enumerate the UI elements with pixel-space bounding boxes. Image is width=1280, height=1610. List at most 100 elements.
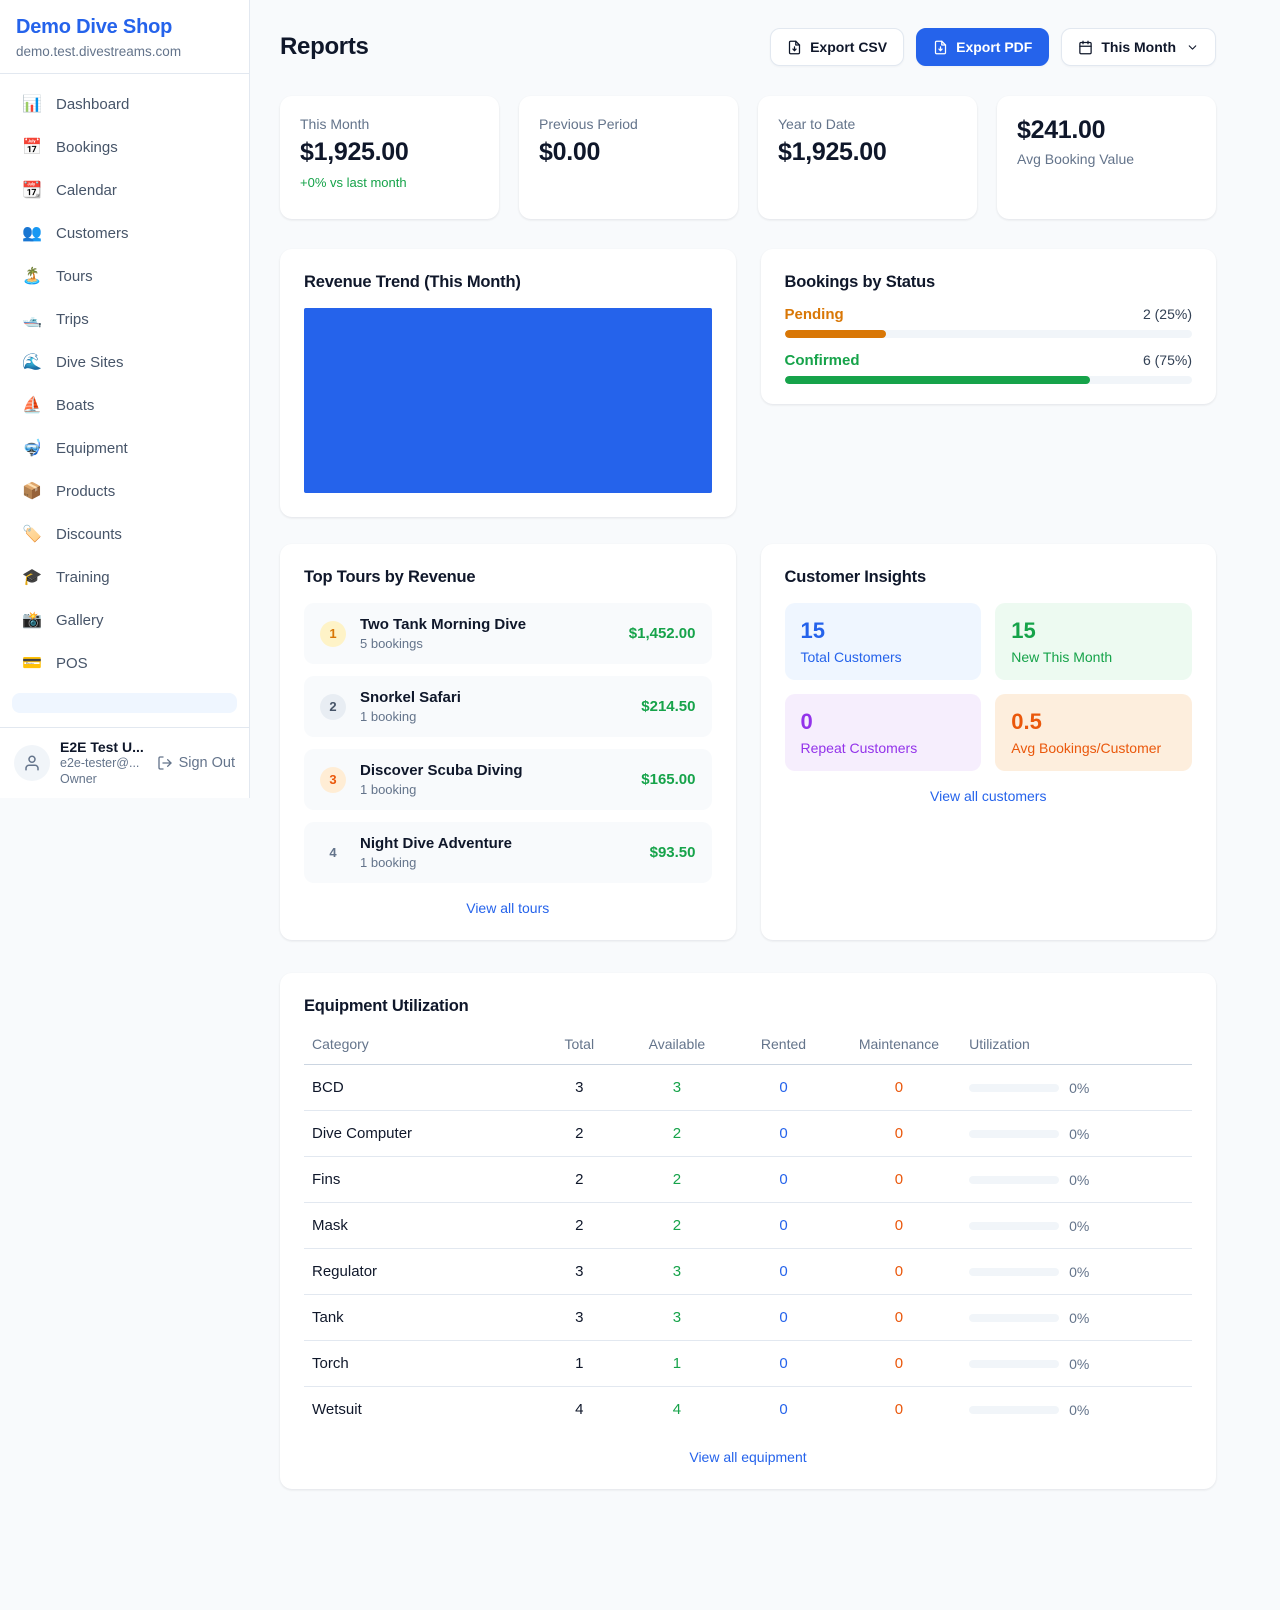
user-name: E2E Test U... [60, 739, 144, 757]
sidebar-item-tours[interactable]: 🏝️ Tours [8, 256, 241, 296]
main-content: Reports Export CSV Export PDF This Month [250, 0, 1280, 1610]
sidebar-item-training[interactable]: 🎓 Training [8, 557, 241, 597]
cell-maintenance: 0 [837, 1249, 961, 1295]
nav-item-label: Dashboard [56, 96, 129, 113]
sidebar: Demo Dive Shop demo.test.divestreams.com… [0, 0, 250, 798]
sidebar-item-dive-sites[interactable]: 🌊 Dive Sites [8, 342, 241, 382]
cell-total: 2 [535, 1203, 624, 1249]
cell-rented: 0 [730, 1387, 837, 1433]
utilization-bar-track [969, 1222, 1059, 1230]
sidebar-item-equipment[interactable]: 🤿 Equipment [8, 428, 241, 468]
customer-insights-card: Customer Insights 15 Total Customers 15 … [761, 544, 1217, 940]
table-row: Fins 2 2 0 0 0% [304, 1157, 1192, 1203]
insight-tile: 0.5 Avg Bookings/Customer [995, 694, 1192, 771]
cell-rented: 0 [730, 1111, 837, 1157]
utilization-percent: 0% [1069, 1402, 1089, 1418]
sidebar-item-trips[interactable]: 🛥️ Trips [8, 299, 241, 339]
nav-icon-customers: 👥 [22, 223, 42, 243]
nav-item-label: Equipment [56, 440, 128, 457]
nav-icon-pos: 💳 [22, 653, 42, 673]
tour-text: Two Tank Morning Dive 5 bookings [360, 616, 526, 651]
bookings-by-status-title: Bookings by Status [785, 273, 1193, 292]
insight-value: 15 [801, 618, 966, 644]
export-csv-button[interactable]: Export CSV [770, 28, 904, 66]
nav-icon-discounts: 🏷️ [22, 524, 42, 544]
cell-utilization: 0% [961, 1249, 1192, 1295]
tour-text: Night Dive Adventure 1 booking [360, 835, 512, 870]
cell-maintenance: 0 [837, 1295, 961, 1341]
equipment-utilization-title: Equipment Utilization [304, 997, 1192, 1016]
insight-label: Avg Bookings/Customer [1011, 740, 1176, 756]
utilization-bar-track [969, 1130, 1059, 1138]
equipment-table-body: BCD 3 3 0 0 0% [304, 1065, 1192, 1433]
nav-icon-trips: 🛥️ [22, 309, 42, 329]
calendar-icon [1078, 40, 1093, 55]
cell-utilization: 0% [961, 1111, 1192, 1157]
sidebar-item-dashboard[interactable]: 📊 Dashboard [8, 84, 241, 124]
view-all-tours-link[interactable]: View all tours [304, 900, 712, 916]
tour-row: 1 Two Tank Morning Dive 5 bookings $1,45… [304, 603, 712, 664]
cell-maintenance: 0 [837, 1157, 961, 1203]
sidebar-item-boats[interactable]: ⛵ Boats [8, 385, 241, 425]
nav-item-label: Tours [56, 268, 93, 285]
cell-category: Fins [304, 1157, 535, 1203]
sign-out-label: Sign Out [179, 755, 235, 771]
stat-top: $241.00Avg Booking Value [1017, 116, 1196, 167]
sidebar-item-bookings[interactable]: 📅 Bookings [8, 127, 241, 167]
utilization-percent: 0% [1069, 1264, 1089, 1280]
tour-bookings: 1 booking [360, 709, 461, 724]
sidebar-item-pos[interactable]: 💳 POS [8, 643, 241, 683]
cell-rented: 0 [730, 1157, 837, 1203]
nav-item-label: Calendar [56, 182, 117, 199]
tour-amount: $1,452.00 [629, 625, 696, 642]
sidebar-item-products[interactable]: 📦 Products [8, 471, 241, 511]
column-header-total: Total [535, 1024, 624, 1065]
cell-category: Regulator [304, 1249, 535, 1295]
sidebar-item-customers[interactable]: 👥 Customers [8, 213, 241, 253]
cell-total: 3 [535, 1249, 624, 1295]
sidebar-item-gallery[interactable]: 📸 Gallery [8, 600, 241, 640]
stat-label: Previous Period [539, 116, 718, 132]
revenue-trend-title: Revenue Trend (This Month) [304, 273, 712, 292]
sidebar-item-discounts[interactable]: 🏷️ Discounts [8, 514, 241, 554]
utilization-percent: 0% [1069, 1080, 1089, 1096]
tour-bookings: 5 bookings [360, 636, 526, 651]
view-all-equipment-link[interactable]: View all equipment [304, 1449, 1192, 1465]
top-tours-title: Top Tours by Revenue [304, 568, 712, 587]
sidebar-item-active-peek[interactable] [12, 693, 237, 713]
cell-available: 1 [624, 1341, 731, 1387]
tour-row: 3 Discover Scuba Diving 1 booking $165.0… [304, 749, 712, 810]
sign-out-button[interactable]: Sign Out [157, 755, 235, 771]
bookings-by-status-card: Bookings by Status Pending 2 (25%) [761, 249, 1217, 404]
cell-total: 1 [535, 1341, 624, 1387]
nav-item-label: Trips [56, 311, 89, 328]
utilization-meter: 0% [969, 1080, 1184, 1096]
nav-icon-calendar: 📆 [22, 180, 42, 200]
utilization-meter: 0% [969, 1264, 1184, 1280]
table-row: Mask 2 2 0 0 0% [304, 1203, 1192, 1249]
nav-item-label: Dive Sites [56, 354, 124, 371]
cell-utilization: 0% [961, 1341, 1192, 1387]
export-pdf-button[interactable]: Export PDF [916, 28, 1049, 66]
tour-list: 1 Two Tank Morning Dive 5 bookings $1,45… [304, 603, 712, 883]
utilization-percent: 0% [1069, 1356, 1089, 1372]
cell-maintenance: 0 [837, 1387, 961, 1433]
cell-total: 2 [535, 1157, 624, 1203]
status-count: 6 (75%) [1143, 352, 1192, 368]
stat-value: $241.00 [1017, 116, 1196, 145]
insight-tile: 15 New This Month [995, 603, 1192, 680]
page-title: Reports [280, 33, 369, 61]
insight-label: Total Customers [801, 649, 966, 665]
page-header: Reports Export CSV Export PDF This Month [280, 28, 1216, 66]
sidebar-item-calendar[interactable]: 📆 Calendar [8, 170, 241, 210]
status-label: Confirmed [785, 352, 860, 369]
app-window: Demo Dive Shop demo.test.divestreams.com… [0, 0, 1280, 1610]
period-dropdown[interactable]: This Month [1061, 28, 1216, 66]
view-all-customers-link[interactable]: View all customers [785, 788, 1193, 804]
cell-utilization: 0% [961, 1295, 1192, 1341]
header-actions: Export CSV Export PDF This Month [770, 28, 1216, 66]
stat-card: Year to Date$1,925.00 [758, 96, 977, 219]
cell-maintenance: 0 [837, 1203, 961, 1249]
equipment-table: Category Total Available Rented Maintena… [304, 1024, 1192, 1432]
utilization-percent: 0% [1069, 1172, 1089, 1188]
